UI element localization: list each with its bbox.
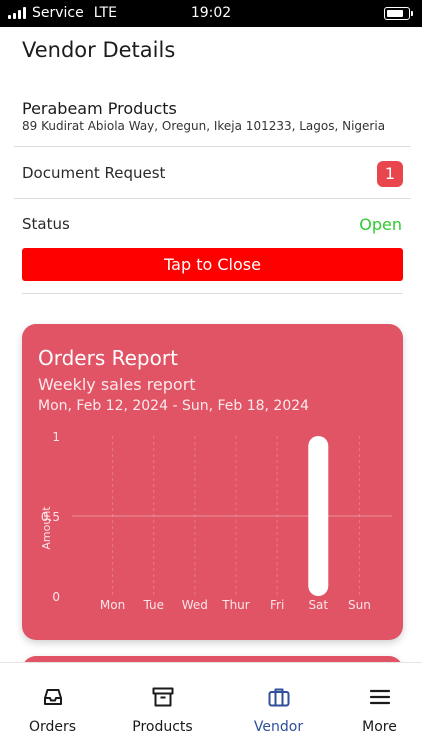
document-request-label[interactable]: Document Request <box>22 164 165 182</box>
tab-orders-label: Orders <box>28 719 77 735</box>
chart-x-tick-label: Sun <box>348 598 371 612</box>
tab-products-label: Products <box>132 719 193 735</box>
tab-more[interactable]: More <box>327 663 422 750</box>
tab-products[interactable]: Products <box>110 663 215 750</box>
chart-bar <box>308 436 329 596</box>
chart-y-tick-label: 0 <box>52 590 60 604</box>
briefcase-icon <box>268 688 289 707</box>
orders-chart: 00.51AmountMon Tue Wed Thur Fri Sat Sun <box>40 430 392 612</box>
menu-icon <box>369 689 390 705</box>
battery-icon <box>384 7 413 20</box>
chart-x-tick-label: Sat <box>308 598 328 612</box>
status-time: 19:02 <box>190 5 232 21</box>
status-bar: Service LTE 19:02 <box>0 0 422 27</box>
chart-y-axis-label: Amount <box>40 506 53 550</box>
tab-vendor-label: Vendor <box>253 719 304 735</box>
bottom-tab-bar: Orders Products Vendor More <box>0 662 422 750</box>
chart-x-tick-label: Tue <box>142 598 164 612</box>
chart-x-tick-label: Thur <box>221 598 250 612</box>
vendor-address: 89 Kudirat Abiola Way, Oregun, Ikeja 101… <box>22 119 386 133</box>
tab-vendor[interactable]: Vendor <box>226 663 331 750</box>
document-request-badge[interactable]: 1 <box>377 161 403 187</box>
chart-x-tick-label: Fri <box>270 598 284 612</box>
tab-orders[interactable]: Orders <box>0 663 105 750</box>
chart-x-tick-label: Mon <box>100 598 125 612</box>
orders-report-card: Orders Report Weekly sales report Mon, F… <box>22 324 403 640</box>
status-value: Open <box>359 215 402 234</box>
archive-box-icon <box>152 687 173 707</box>
tap-to-close-button[interactable]: Tap to Close <box>22 248 403 281</box>
divider <box>22 293 403 294</box>
chart-x-tick-label: Wed <box>182 598 208 612</box>
chart-y-tick-label: 1 <box>52 430 60 444</box>
divider <box>14 146 411 147</box>
tab-more-label: More <box>362 719 397 735</box>
inbox-icon <box>43 689 62 705</box>
vendor-name: Perabeam Products <box>22 99 177 118</box>
page-title: Vendor Details <box>22 38 176 62</box>
status-label: Status <box>22 215 70 233</box>
divider <box>14 198 411 199</box>
